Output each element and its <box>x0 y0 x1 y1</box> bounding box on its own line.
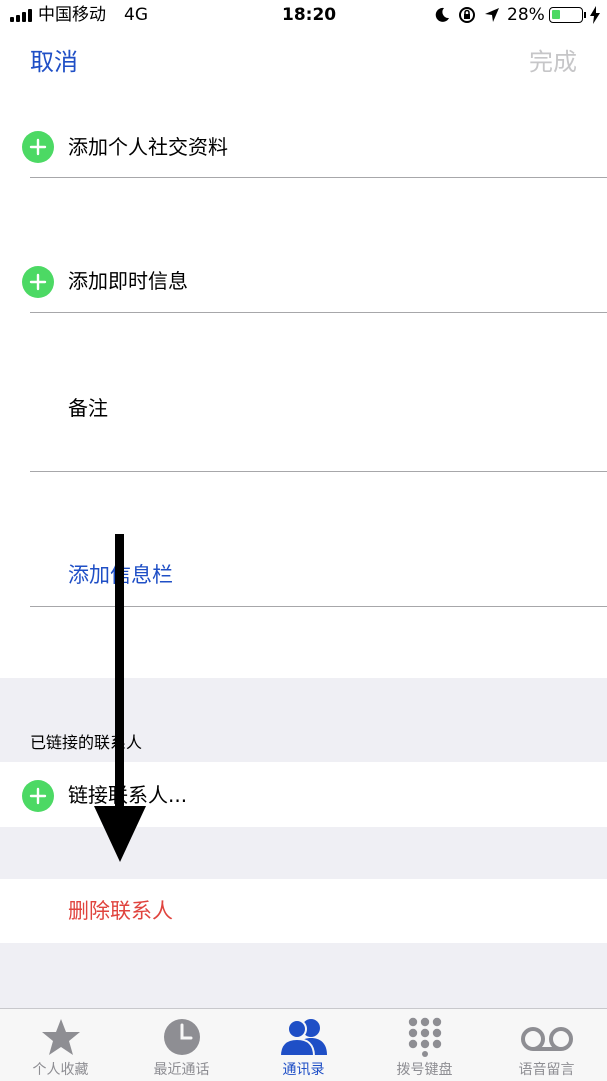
tab-label: 拨号键盘 <box>396 1062 453 1078</box>
tab-recents[interactable]: 最近通话 <box>121 1009 242 1081</box>
tab-keypad[interactable]: 拨号键盘 <box>364 1009 485 1081</box>
notes-label: 备注 <box>68 396 108 420</box>
divider <box>30 312 607 313</box>
tab-bar: 个人收藏 最近通话 通讯录 拨号键盘 语音留言 <box>0 1008 607 1081</box>
moon-icon <box>435 7 449 22</box>
divider <box>30 471 607 472</box>
cancel-button[interactable]: 取消 <box>30 44 78 80</box>
clock-label: 18:20 <box>282 5 337 25</box>
tab-label: 语音留言 <box>518 1062 575 1078</box>
add-instant-message-row[interactable]: 添加即时信息 <box>0 256 607 306</box>
add-icon <box>22 266 54 298</box>
add-instant-message-label: 添加即时信息 <box>68 269 188 293</box>
notes-field[interactable]: 备注 <box>0 380 607 470</box>
down-arrow-annotation <box>94 534 146 862</box>
voicemail-icon <box>520 1027 573 1051</box>
signal-icon <box>10 9 34 22</box>
carrier-label: 中国移动 <box>38 5 106 25</box>
delete-contact-row[interactable]: 删除联系人 <box>0 879 607 943</box>
delete-contact-label: 删除联系人 <box>68 899 173 923</box>
network-label: 4G <box>124 5 148 25</box>
add-social-profile-label: 添加个人社交资料 <box>68 135 228 159</box>
tab-label: 通讯录 <box>282 1062 325 1078</box>
tab-label: 个人收藏 <box>32 1062 89 1078</box>
location-icon <box>485 8 499 22</box>
add-icon <box>22 131 54 163</box>
keypad-icon <box>408 1017 441 1057</box>
divider <box>30 177 607 178</box>
add-social-profile-row[interactable]: 添加个人社交资料 <box>0 122 607 172</box>
battery-icon <box>549 7 583 23</box>
done-button[interactable]: 完成 <box>529 44 577 80</box>
tab-favorites[interactable]: 个人收藏 <box>0 1009 121 1081</box>
tab-voicemail[interactable]: 语音留言 <box>486 1009 607 1081</box>
tab-label: 最近通话 <box>153 1062 210 1078</box>
status-bar: 中国移动 4G 18:20 28% <box>0 0 607 30</box>
rotation-lock-icon <box>459 7 475 23</box>
charging-bolt-icon <box>590 6 600 24</box>
tab-contacts[interactable]: 通讯录 <box>243 1009 364 1081</box>
clock-icon <box>163 1019 200 1055</box>
star-icon <box>41 1019 80 1055</box>
add-icon <box>22 780 54 812</box>
battery-percent: 28% <box>507 5 545 25</box>
contacts-icon <box>278 1019 327 1057</box>
